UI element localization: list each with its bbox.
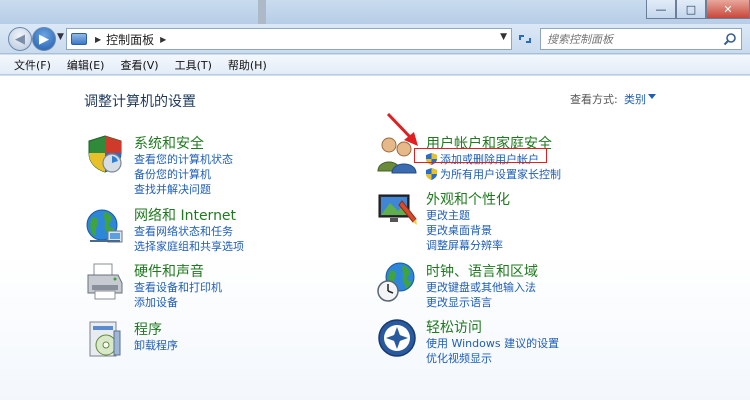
category-programs: 程序 卸载程序 bbox=[84, 319, 344, 361]
category-title[interactable]: 硬件和声音 bbox=[134, 261, 204, 281]
link-uninstall-program[interactable]: 卸载程序 bbox=[134, 337, 178, 353]
link-troubleshoot[interactable]: 查找并解决问题 bbox=[134, 181, 211, 197]
menu-edit[interactable]: 编辑(E) bbox=[59, 57, 113, 73]
window-controls: — □ ✕ bbox=[646, 0, 750, 19]
link-change-display-language[interactable]: 更改显示语言 bbox=[426, 294, 492, 310]
category-title[interactable]: 轻松访问 bbox=[426, 317, 482, 337]
minimize-button[interactable]: — bbox=[646, 0, 676, 19]
category-title[interactable]: 外观和个性化 bbox=[426, 189, 510, 209]
title-bar: — □ ✕ bbox=[0, 0, 750, 24]
clock-globe-icon[interactable] bbox=[376, 261, 418, 303]
category-title[interactable]: 程序 bbox=[134, 319, 162, 339]
search-icon[interactable] bbox=[723, 32, 737, 46]
control-panel-icon bbox=[71, 33, 87, 45]
forward-button[interactable]: ▶ bbox=[32, 27, 56, 51]
search-input[interactable] bbox=[541, 32, 719, 46]
menu-view[interactable]: 查看(V) bbox=[112, 57, 166, 73]
link-parental-controls[interactable]: 为所有用户设置家长控制 bbox=[426, 166, 561, 182]
address-bar[interactable]: ▶ 控制面板 ▶ ▼ bbox=[66, 28, 512, 50]
view-by-label: 查看方式: bbox=[570, 93, 618, 106]
link-add-device[interactable]: 添加设备 bbox=[134, 294, 178, 310]
highlight-box bbox=[414, 148, 547, 163]
annotation-arrow-icon bbox=[386, 112, 418, 146]
menu-bar: 文件(F) 编辑(E) 查看(V) 工具(T) 帮助(H) bbox=[0, 55, 750, 75]
category-network-internet: 网络和 Internet 查看网络状态和任务 选择家庭组和共享选项 bbox=[84, 205, 344, 255]
monitor-paint-icon[interactable] bbox=[376, 189, 418, 231]
shield-icon[interactable] bbox=[84, 133, 126, 175]
uac-shield-icon bbox=[426, 168, 437, 180]
category-appearance: 外观和个性化 更改主题 更改桌面背景 调整屏幕分辨率 bbox=[376, 189, 676, 255]
menu-tools[interactable]: 工具(T) bbox=[167, 57, 220, 73]
menu-help[interactable]: 帮助(H) bbox=[220, 57, 275, 73]
category-title[interactable]: 网络和 Internet bbox=[134, 205, 236, 225]
network-globe-icon[interactable] bbox=[84, 205, 126, 247]
link-network-status[interactable]: 查看网络状态和任务 bbox=[134, 223, 233, 239]
programs-icon[interactable] bbox=[84, 319, 126, 361]
title-divider bbox=[258, 0, 266, 24]
link-optimize-display[interactable]: 优化视频显示 bbox=[426, 350, 492, 366]
content-area: 调整计算机的设置 查看方式: 类别 系统和安全 查看您的计算机状态 备份您的计算… bbox=[0, 76, 750, 400]
category-ease-of-access: 轻松访问 使用 Windows 建议的设置 优化视频显示 bbox=[376, 317, 676, 367]
link-text[interactable]: 为所有用户设置家长控制 bbox=[440, 168, 561, 181]
refresh-icon bbox=[519, 35, 531, 43]
category-title[interactable]: 时钟、语言和区域 bbox=[426, 261, 538, 281]
link-devices-printers[interactable]: 查看设备和打印机 bbox=[134, 279, 222, 295]
search-box[interactable] bbox=[540, 28, 742, 50]
address-dropdown-icon[interactable]: ▼ bbox=[500, 32, 507, 42]
page-title: 调整计算机的设置 bbox=[84, 94, 196, 110]
link-homegroup-sharing[interactable]: 选择家庭组和共享选项 bbox=[134, 238, 244, 254]
forward-arrow-icon: ▶ bbox=[39, 31, 49, 47]
view-by-dropdown[interactable]: 类别 bbox=[624, 91, 646, 107]
refresh-button[interactable] bbox=[514, 28, 536, 50]
link-desktop-background[interactable]: 更改桌面背景 bbox=[426, 222, 492, 238]
category-clock-language-region: 时钟、语言和区域 更改键盘或其他输入法 更改显示语言 bbox=[376, 261, 676, 311]
link-view-computer-status[interactable]: 查看您的计算机状态 bbox=[134, 151, 233, 167]
back-arrow-icon: ◀ bbox=[15, 31, 25, 47]
category-hardware-sound: 硬件和声音 查看设备和打印机 添加设备 bbox=[84, 261, 344, 311]
link-change-theme[interactable]: 更改主题 bbox=[426, 207, 470, 223]
link-backup-computer[interactable]: 备份您的计算机 bbox=[134, 166, 211, 182]
category-system-security: 系统和安全 查看您的计算机状态 备份您的计算机 查找并解决问题 bbox=[84, 133, 344, 199]
link-recommended-settings[interactable]: 使用 Windows 建议的设置 bbox=[426, 335, 559, 351]
recent-pages-dropdown[interactable]: ▼ bbox=[57, 32, 64, 42]
breadcrumb-control-panel[interactable]: 控制面板 bbox=[106, 31, 154, 48]
category-title[interactable]: 系统和安全 bbox=[134, 133, 204, 153]
back-button[interactable]: ◀ bbox=[8, 27, 32, 51]
link-screen-resolution[interactable]: 调整屏幕分辨率 bbox=[426, 237, 503, 253]
breadcrumb-chevron-icon[interactable]: ▶ bbox=[95, 35, 101, 44]
link-change-input-method[interactable]: 更改键盘或其他输入法 bbox=[426, 279, 536, 295]
menu-file[interactable]: 文件(F) bbox=[6, 57, 59, 73]
close-button[interactable]: ✕ bbox=[706, 0, 750, 19]
chevron-down-icon[interactable] bbox=[648, 94, 656, 99]
maximize-button[interactable]: □ bbox=[676, 0, 706, 19]
navigation-bar: ◀ ▶ ▼ ▶ 控制面板 ▶ ▼ bbox=[0, 24, 750, 54]
printer-icon[interactable] bbox=[84, 261, 126, 303]
ease-of-access-icon[interactable] bbox=[376, 317, 418, 359]
breadcrumb-chevron-icon[interactable]: ▶ bbox=[160, 35, 166, 44]
